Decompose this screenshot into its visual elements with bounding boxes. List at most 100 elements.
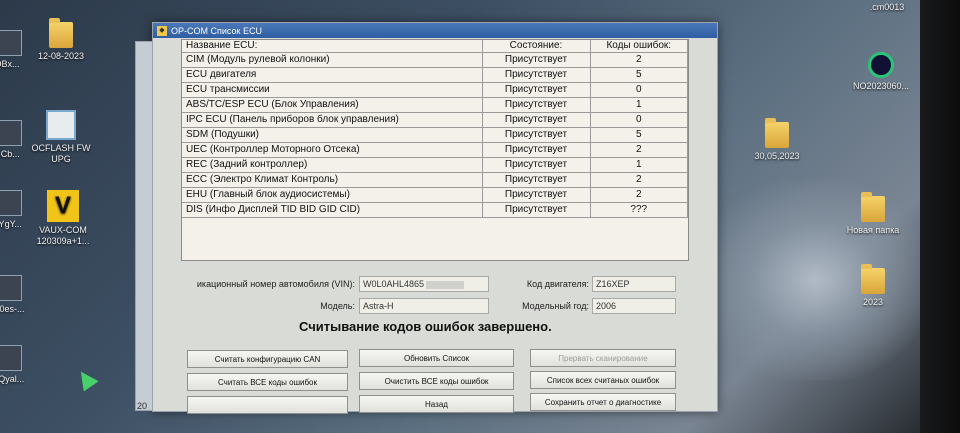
- vin-redaction: [426, 280, 465, 289]
- desktop-icon-label: QBx...: [0, 59, 20, 69]
- ecu-codes-cell: 1: [590, 157, 688, 173]
- ecu-codes-cell: 2: [590, 52, 688, 68]
- ecu-name-cell: ECU двигателя: [182, 67, 483, 83]
- refresh-list-button[interactable]: Обновить Список: [359, 349, 514, 367]
- folder-icon: [765, 118, 789, 148]
- desktop-icon-2023[interactable]: 2023: [838, 264, 908, 308]
- opcom-ecu-list-window: 20 ◆ OP-COM Список ECU Название ECU: Сос…: [135, 22, 718, 414]
- desktop-icon-no2023060[interactable]: NO2023060...: [846, 52, 916, 92]
- read-can-config-button[interactable]: Считать конфигурацию CAN: [187, 350, 348, 368]
- model-year-label: Модельный год:: [522, 301, 589, 311]
- ecu-codes-cell: ???: [590, 202, 688, 218]
- table-row[interactable]: EHU (Главный блок аудиосистемы) Присутст…: [182, 187, 688, 203]
- desktop-icon-30-05-2023[interactable]: 30,05,2023: [742, 118, 812, 162]
- document-icon: [46, 110, 76, 140]
- usb-icon: [868, 52, 894, 78]
- ecu-name-cell: ECC (Электро Климат Контроль): [182, 172, 483, 188]
- table-row[interactable]: ECC (Электро Климат Контроль) Присутству…: [182, 172, 688, 188]
- ecu-state-cell: Присутствует: [482, 82, 591, 98]
- desktop-icon-label: IPQyal...: [0, 374, 25, 384]
- ecu-name-cell: REC (Задний контроллер): [182, 157, 483, 173]
- app-icon: ◆: [157, 25, 167, 36]
- ecu-name-cell: SDM (Подушки): [182, 127, 483, 143]
- vauxcom-icon: V: [47, 190, 79, 222]
- ecu-state-cell: Присутствует: [482, 67, 591, 83]
- ecu-name-cell: UEC (Контроллер Моторного Отсека): [182, 142, 483, 158]
- ecu-state-cell: Присутствует: [482, 97, 591, 113]
- table-row[interactable]: DIS (Инфо Дисплей TID BID GID CID) Прису…: [182, 202, 688, 218]
- table-row[interactable]: CIM (Модуль рулевой колонки) Присутствуе…: [182, 52, 688, 68]
- desktop-icon-12-08-2023[interactable]: 12-08-2023: [26, 18, 96, 62]
- status-message: Считывание кодов ошибок завершено.: [299, 319, 552, 334]
- table-header-row: Название ECU: Состояние: Коды ошибок:: [182, 40, 688, 53]
- column-header-codes[interactable]: Коды ошибок:: [590, 40, 688, 53]
- vin-value: W0L0AHL4865: [363, 279, 425, 289]
- ecu-codes-cell: 1: [590, 97, 688, 113]
- read-all-codes-button[interactable]: Считать ВСЕ коды ошибок: [187, 373, 348, 391]
- desktop-icon-label: OCFLASH FW UPG: [31, 143, 91, 164]
- folder-icon: [49, 18, 73, 48]
- vin-label: икационный номер автомобиля (VIN):: [196, 279, 355, 289]
- model-year-field[interactable]: 2006: [592, 298, 676, 314]
- table-row[interactable]: SDM (Подушки) Присутствует 5: [182, 127, 688, 143]
- app-icon: [0, 275, 22, 301]
- model-field[interactable]: Astra-H: [359, 298, 489, 314]
- ecu-name-cell: IPC ECU (Панель приборов блок управления…: [182, 112, 483, 128]
- empty-button[interactable]: [187, 396, 348, 414]
- desktop-icon-cm0013[interactable]: .cm0013: [852, 2, 922, 13]
- ecu-codes-cell: 0: [590, 112, 688, 128]
- ecu-state-cell: Присутствует: [482, 202, 591, 218]
- ecu-codes-cell: 2: [590, 142, 688, 158]
- table-row[interactable]: ABS/TC/ESP ECU (Блок Управления) Присутс…: [182, 97, 688, 113]
- back-button[interactable]: Назад: [359, 395, 514, 413]
- save-report-button[interactable]: Сохранить отчет о диагностике: [530, 393, 676, 411]
- desktop-icon-label: VAUX-COM 120309a+1...: [36, 225, 90, 246]
- desktop-icon-vaux-com[interactable]: V VAUX-COM 120309a+1...: [28, 190, 98, 247]
- engine-code-field[interactable]: Z16XEP: [592, 276, 676, 292]
- ecu-state-cell: Присутствует: [482, 142, 591, 158]
- ecu-state-cell: Присутствует: [482, 172, 591, 188]
- vin-field[interactable]: W0L0AHL4865: [359, 276, 489, 292]
- engine-code-label: Код двигателя:: [526, 279, 589, 289]
- desktop-icon-label: Новая папка: [846, 225, 900, 235]
- model-label: Модель:: [320, 301, 355, 311]
- app-icon: [0, 190, 22, 216]
- desktop-icon-label: 30,05,2023: [754, 151, 800, 161]
- window-titlebar[interactable]: ◆ OP-COM Список ECU: [153, 23, 717, 38]
- folder-icon: [861, 192, 885, 222]
- table-row[interactable]: REC (Задний контроллер) Присутствует 1: [182, 157, 688, 173]
- list-all-codes-button[interactable]: Список всех считаных ошибок: [530, 371, 676, 389]
- background-window-edge: [135, 41, 153, 411]
- table-row[interactable]: UEC (Контроллер Моторного Отсека) Присут…: [182, 142, 688, 158]
- clear-all-codes-button[interactable]: Очистить ВСЕ коды ошибок: [359, 372, 514, 390]
- ecu-name-cell: ECU трансмиссии: [182, 82, 483, 98]
- ecu-name-cell: CIM (Модуль рулевой колонки): [182, 52, 483, 68]
- app-icon: [0, 120, 22, 146]
- desktop-icon-novaya-papka[interactable]: Новая папка: [838, 192, 908, 236]
- column-header-state[interactable]: Состояние:: [482, 40, 591, 53]
- app-icon: [0, 345, 22, 371]
- background-window-text: 20: [137, 401, 148, 411]
- table-row[interactable]: IPC ECU (Панель приборов блок управления…: [182, 112, 688, 128]
- desktop-icon-e50es[interactable]: e50es-...: [0, 275, 42, 315]
- desktop-icon-label: NCb...: [0, 149, 20, 159]
- ecu-state-cell: Присутствует: [482, 187, 591, 203]
- ecu-state-cell: Присутствует: [482, 127, 591, 143]
- ecu-name-cell: DIS (Инфо Дисплей TID BID GID CID): [182, 202, 483, 218]
- desktop-icon-label: 12-08-2023: [37, 51, 85, 61]
- abort-scan-button[interactable]: Прервать сканирование: [530, 349, 676, 367]
- desktop-icon-label: 2023: [862, 297, 884, 307]
- table-row[interactable]: ECU трансмиссии Присутствует 0: [182, 82, 688, 98]
- desktop-icon-ipqyal[interactable]: IPQyal...: [0, 345, 42, 385]
- monitor-bezel: [920, 0, 960, 433]
- column-header-ecu-name[interactable]: Название ECU:: [182, 40, 483, 53]
- desktop-icon-label: wYgY...: [0, 219, 22, 229]
- ecu-state-cell: Присутствует: [482, 52, 591, 68]
- ecu-codes-cell: 5: [590, 127, 688, 143]
- table-row[interactable]: ECU двигателя Присутствует 5: [182, 67, 688, 83]
- ecu-name-cell: EHU (Главный блок аудиосистемы): [182, 187, 483, 203]
- ecu-name-cell: ABS/TC/ESP ECU (Блок Управления): [182, 97, 483, 113]
- ecu-codes-cell: 2: [590, 187, 688, 203]
- desktop-icon-label: e50es-...: [0, 304, 25, 314]
- desktop-icon-ocflash[interactable]: OCFLASH FW UPG: [26, 110, 96, 165]
